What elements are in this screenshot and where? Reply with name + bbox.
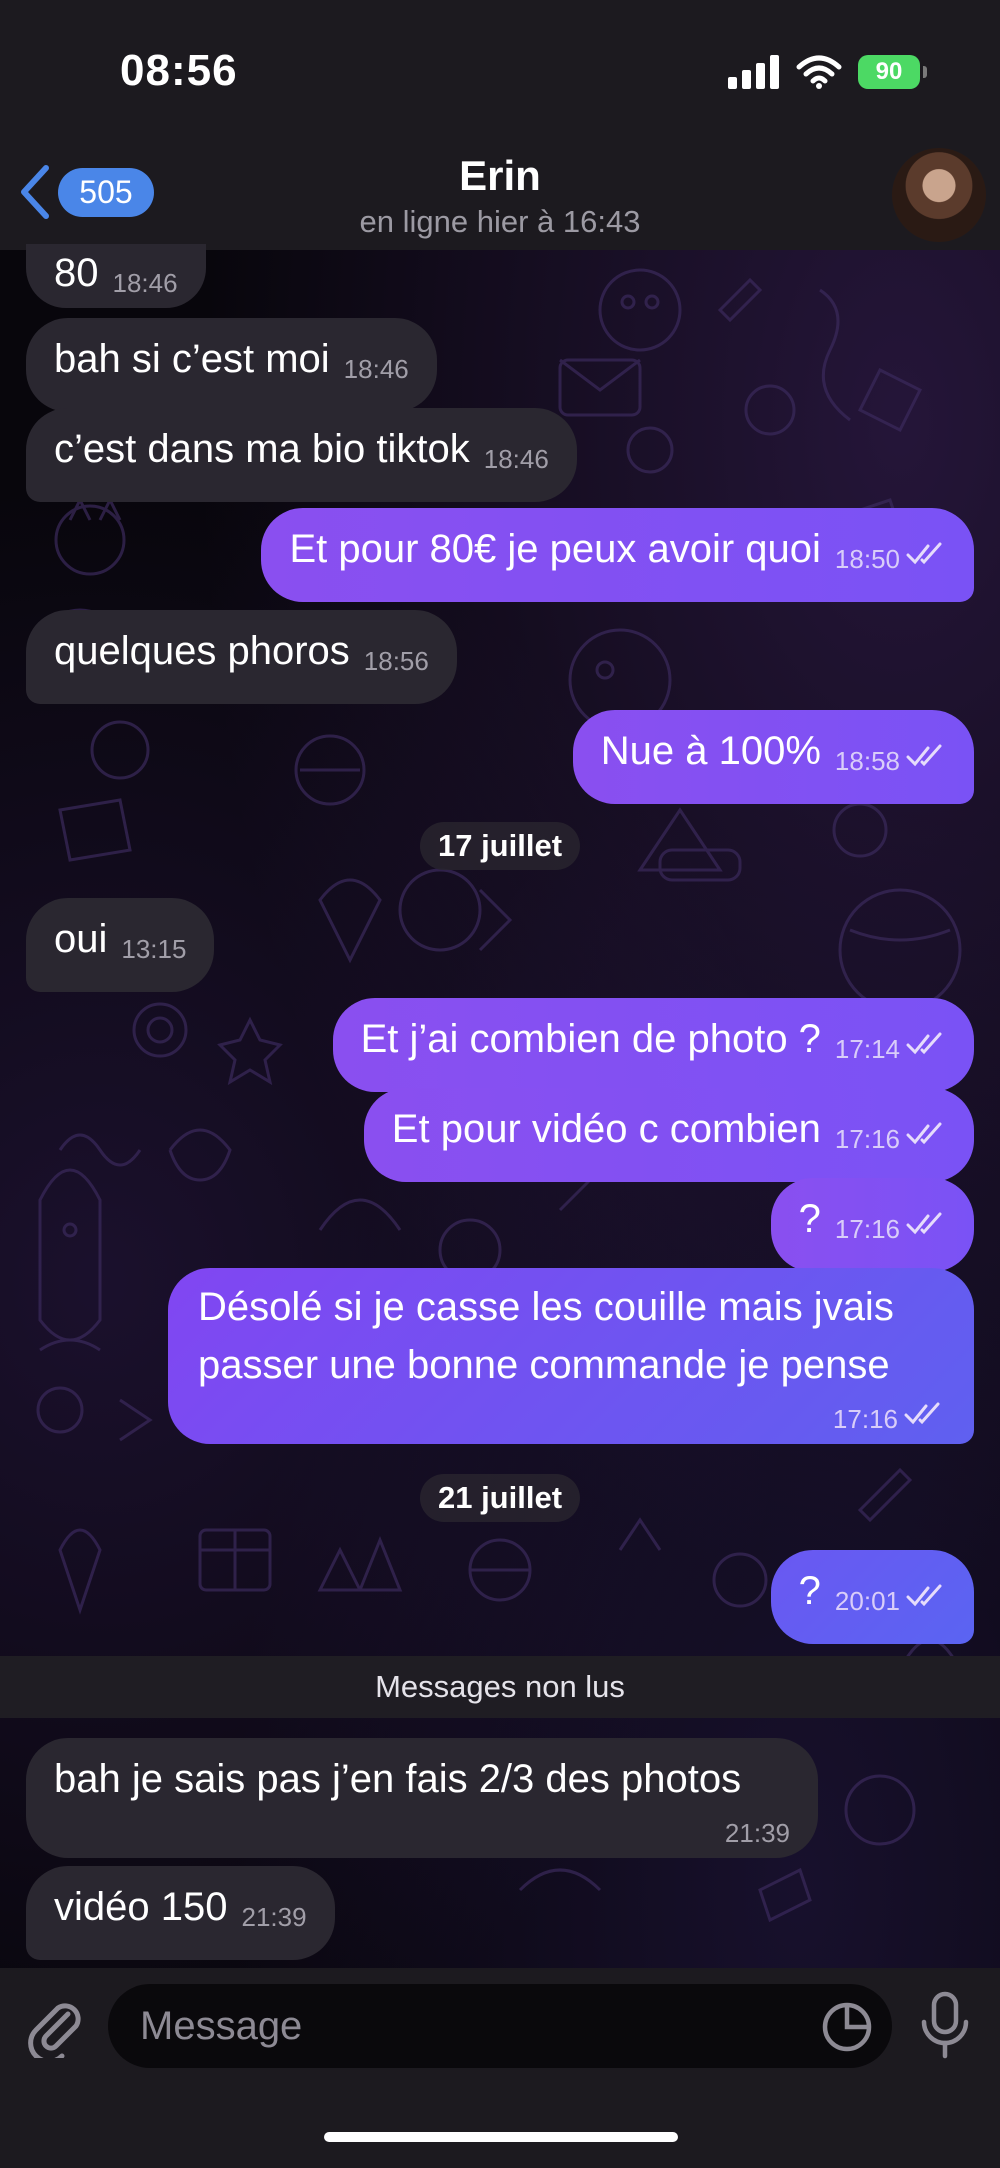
sticker-icon[interactable] [820, 2000, 874, 2054]
unread-messages-banner: Messages non lus [0, 1656, 1000, 1718]
paperclip-icon[interactable] [24, 1994, 88, 2058]
message-time: 17:16 [834, 1214, 900, 1244]
message-text: Et pour vidéo c combien [391, 1107, 821, 1151]
message-text: passer une bonne commande je pense [198, 1343, 890, 1387]
read-receipt-icon [906, 1122, 942, 1145]
message-incoming[interactable]: c’est dans ma bio tiktok 18:46 [26, 408, 577, 502]
read-receipt-icon [904, 1402, 940, 1425]
message-time: 18:46 [483, 444, 549, 474]
message-text: bah je sais pas j’en fais 2/3 des photos [54, 1757, 742, 1801]
message-text: 80 [54, 251, 99, 295]
read-receipt-icon [906, 1584, 942, 1607]
battery-level: 90 [875, 58, 903, 85]
message-input[interactable] [108, 1984, 892, 2068]
message-time: 18:58 [834, 746, 900, 776]
date-separator: 17 juillet [419, 822, 581, 870]
wifi-icon [796, 55, 842, 89]
message-text: Et pour 80€ je peux avoir quoi [289, 527, 821, 571]
message-incoming[interactable]: quelques phoros 18:56 [26, 610, 457, 704]
date-separator: 21 juillet [419, 1474, 581, 1522]
home-indicator[interactable] [324, 2132, 678, 2142]
message-outgoing[interactable]: Et pour 80€ je peux avoir quoi 18:50 [261, 508, 974, 602]
contact-name[interactable]: Erin [0, 152, 1000, 200]
message-outgoing[interactable]: Désolé si je casse les couille mais jvai… [168, 1268, 974, 1444]
message-outgoing[interactable]: Et j’ai combien de photo ? 17:14 [332, 998, 974, 1092]
message-text: vidéo 150 [54, 1885, 228, 1929]
message-time: 17:16 [832, 1404, 898, 1434]
contact-last-seen: en ligne hier à 16:43 [359, 204, 641, 239]
message-outgoing[interactable]: ? 20:01 [770, 1550, 974, 1644]
message-outgoing[interactable]: Et pour vidéo c combien 17:16 [363, 1088, 974, 1182]
message-time: 21:39 [241, 1902, 307, 1932]
cellular-signal-icon [728, 55, 779, 89]
message-text: Désolé si je casse les couille mais jvai… [198, 1285, 894, 1329]
message-text: Nue à 100% [600, 729, 821, 773]
message-text: quelques phoros [54, 629, 350, 673]
message-time: 21:39 [724, 1818, 790, 1848]
message-time: 18:46 [343, 354, 409, 384]
status-icons: 90 [728, 52, 927, 92]
message-incoming[interactable]: vidéo 150 21:39 [26, 1866, 335, 1960]
message-outgoing[interactable]: ? 17:16 [770, 1178, 974, 1272]
message-time: 17:16 [834, 1124, 900, 1154]
message-incoming[interactable]: bah si c’est moi 18:46 [26, 318, 437, 412]
message-text: ? [798, 1197, 821, 1241]
message-time: 18:50 [834, 544, 900, 574]
contact-avatar[interactable] [892, 148, 986, 242]
message-text: Et j’ai combien de photo ? [360, 1017, 821, 1061]
message-time: 17:14 [834, 1034, 900, 1064]
message-text: bah si c’est moi [54, 337, 330, 381]
status-time: 08:56 [120, 46, 238, 95]
message-time: 20:01 [834, 1586, 900, 1616]
message-outgoing[interactable]: Nue à 100% 18:58 [572, 710, 974, 804]
message-time: 18:56 [363, 646, 429, 676]
chat-screen: 08:56 90 505 Erin en ligne hier à 16:43 … [0, 0, 1000, 2168]
message-incoming[interactable]: 80 18:46 [26, 244, 206, 308]
message-time: 18:46 [112, 268, 178, 298]
message-time: 13:15 [121, 934, 187, 964]
message-incoming[interactable]: oui 13:15 [26, 898, 215, 992]
chat-header: 505 Erin en ligne hier à 16:43 [0, 140, 1000, 250]
battery-icon: 90 [858, 55, 927, 89]
read-receipt-icon [906, 744, 942, 767]
message-text: ? [798, 1569, 821, 1613]
read-receipt-icon [906, 542, 942, 565]
read-receipt-icon [906, 1212, 942, 1235]
status-bar: 08:56 90 [0, 0, 1000, 140]
message-text: oui [54, 917, 108, 961]
microphone-icon[interactable] [918, 1990, 972, 2060]
message-incoming[interactable]: bah je sais pas j’en fais 2/3 des photos… [26, 1738, 818, 1858]
read-receipt-icon [906, 1032, 942, 1055]
message-text: c’est dans ma bio tiktok [54, 427, 470, 471]
